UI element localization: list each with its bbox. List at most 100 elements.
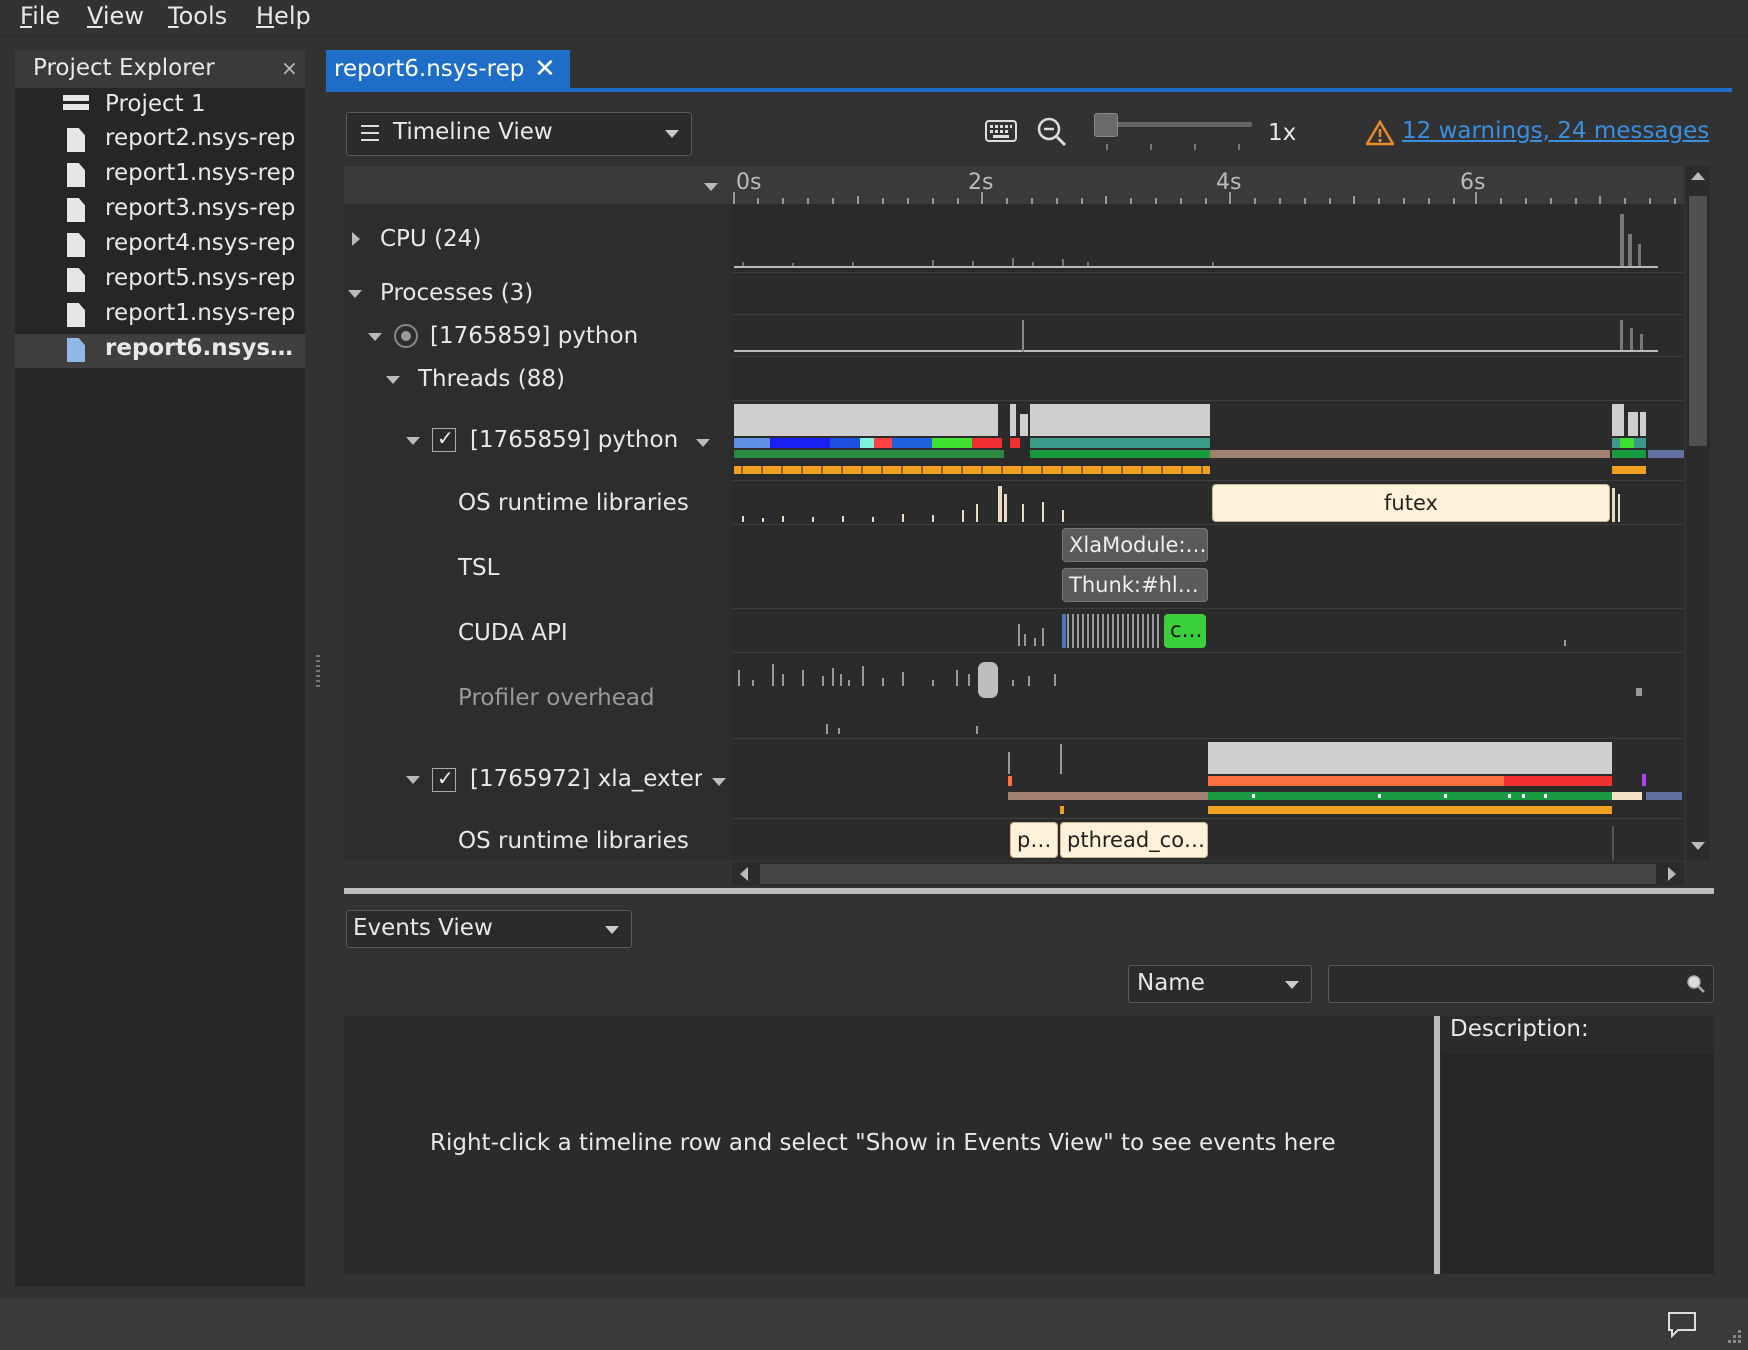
row-threads[interactable]: Threads (88) [418,366,565,392]
row-cpu[interactable]: CPU (24) [380,226,481,252]
collapse-arrow-icon[interactable] [368,333,382,341]
report-item-label: report5.nsys-rep [105,265,296,291]
row-tsl[interactable]: TSL [458,555,499,581]
zoom-slider-track[interactable] [1096,122,1252,127]
warnings-link[interactable]: 12 warnings, 24 messages [1402,118,1709,144]
tab-label: report6.nsys-rep [334,56,525,82]
timeline-ruler[interactable]: 0s 2s 4s 6s [732,166,1684,204]
project-item-label: Project 1 [105,91,206,117]
tab-close-icon[interactable]: ✕ [534,54,556,84]
chevron-down-icon[interactable] [704,183,718,191]
thread-checkbox[interactable]: ✓ [432,426,456,452]
description-label: Description: [1450,1016,1589,1042]
row-process-python[interactable]: [1765859] python [430,323,638,349]
events-view-selector[interactable]: Events View [346,910,632,948]
zoom-tick [1106,144,1108,150]
events-empty-message: Right-click a timeline row and select "S… [430,1130,1336,1156]
zoom-slider-thumb[interactable] [1094,113,1118,137]
process-status-icon [394,324,418,348]
view-selector-dropdown[interactable]: Timeline View [346,112,692,156]
description-splitter[interactable] [1434,1016,1440,1274]
collapse-arrow-icon[interactable] [386,376,400,384]
view-selector-label: Timeline View [393,119,553,145]
project-explorer-panel: Project Explorer × Project 1 report2.nsy… [15,50,305,1286]
project-explorer-close-button[interactable]: × [281,56,298,80]
menu-help[interactable]: Help [256,2,311,30]
search-input[interactable] [1328,965,1714,1003]
file-icon [67,233,85,257]
report-item[interactable]: report4.nsys-rep [15,229,305,263]
row-os-runtime-libraries[interactable]: OS runtime libraries [458,490,689,516]
file-icon [67,268,85,292]
warning-icon [1366,120,1394,146]
row-thread-python[interactable]: [1765859] python [470,427,678,453]
report-item-label: report2.nsys-rep [105,125,296,151]
scroll-up-icon[interactable] [1691,172,1705,180]
collapse-arrow-icon[interactable] [406,437,420,445]
chevron-down-icon[interactable] [696,439,710,447]
thread-checkbox[interactable]: ✓ [432,766,456,792]
report-item-label: report6.nsys… [105,335,294,361]
menu-bar: File View Tools Help [0,0,1748,37]
row-cuda-api[interactable]: CUDA API [458,620,568,646]
filter-field-dropdown[interactable]: Name [1128,965,1312,1003]
filter-field-label: Name [1137,970,1205,996]
project-item[interactable]: Project 1 [15,90,305,124]
description-area [1442,1054,1714,1274]
report-item[interactable]: report1.nsys-rep [15,299,305,333]
menu-tools[interactable]: Tools [168,2,227,30]
menu-view[interactable]: View [87,2,144,30]
report-item-label: report1.nsys-rep [105,300,296,326]
scroll-down-icon[interactable] [1691,842,1705,850]
event-thunk[interactable]: Thunk:#hl… [1062,568,1208,602]
project-icon [63,95,89,119]
zoom-tick [1238,144,1240,150]
hamburger-icon [361,125,379,141]
event-futex[interactable]: futex [1212,484,1610,522]
panel-splitter-handle[interactable] [316,655,320,689]
collapse-arrow-icon[interactable] [406,776,420,784]
chevron-down-icon [1285,981,1299,989]
menu-file[interactable]: File [20,2,60,30]
project-explorer-title: Project Explorer [33,55,215,81]
search-icon [1687,975,1705,993]
report-item[interactable]: report2.nsys-rep [15,124,305,158]
collapse-arrow-icon[interactable] [348,290,362,298]
zoom-tick [1150,144,1152,150]
report-item-label: report3.nsys-rep [105,195,296,221]
timeline-graph [734,214,1684,860]
expand-arrow-icon[interactable] [352,232,360,246]
event-xla-module[interactable]: XlaModule:… [1062,528,1208,562]
status-bar [0,1298,1748,1350]
zoom-out-icon[interactable] [1036,116,1068,148]
keyboard-icon[interactable] [984,118,1018,144]
project-explorer-header: Project Explorer × [15,50,305,88]
pane-divider[interactable] [344,888,1714,894]
file-icon [67,163,85,187]
report-item-label: report4.nsys-rep [105,230,296,256]
zoom-level-label: 1x [1268,120,1297,146]
report-item[interactable]: report1.nsys-rep [15,159,305,193]
chat-icon[interactable] [1666,1310,1698,1338]
row-thread-xla[interactable]: [1765972] xla_exter [470,766,702,792]
report-item-label: report1.nsys-rep [105,160,296,186]
event-cuda-call[interactable]: c… [1164,614,1206,648]
zoom-tick [1194,144,1196,150]
resize-grip-icon[interactable] [1724,1326,1744,1346]
horizontal-scroll-thumb[interactable] [760,864,1656,884]
chevron-down-icon[interactable] [712,778,726,786]
tab-report6[interactable]: report6.nsys-rep ✕ [326,50,570,92]
report-item[interactable]: report5.nsys-rep [15,264,305,298]
events-view-label: Events View [353,915,493,941]
ruler-ticks [733,192,1676,204]
event-pthread[interactable]: pthread_co… [1060,822,1208,858]
report-item-selected[interactable]: report6.nsys… [15,334,305,368]
row-processes[interactable]: Processes (3) [380,280,533,306]
report-item[interactable]: report3.nsys-rep [15,194,305,228]
event-p[interactable]: p… [1010,822,1058,858]
scroll-left-icon[interactable] [740,867,748,881]
vertical-scroll-thumb[interactable] [1689,196,1707,446]
row-os-runtime-libraries-2[interactable]: OS runtime libraries [458,828,689,854]
row-profiler-overhead[interactable]: Profiler overhead [458,685,655,711]
scroll-right-icon[interactable] [1668,867,1676,881]
